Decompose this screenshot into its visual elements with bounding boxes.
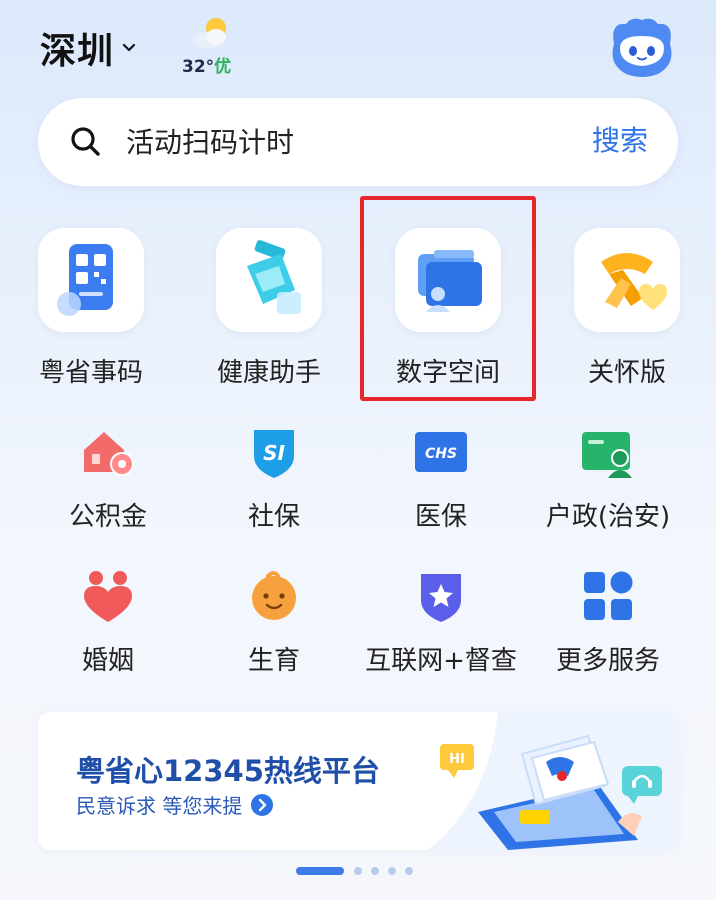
service-label: 医保 xyxy=(414,502,467,532)
pager-dot-active[interactable] xyxy=(296,867,344,875)
grid-more-icon xyxy=(584,571,633,620)
service-social-security[interactable]: SI 社保 xyxy=(194,424,354,534)
service-internet-supervision[interactable]: 互联网+督查 xyxy=(361,568,521,678)
service-label: 更多服务 xyxy=(555,646,660,676)
service-marriage[interactable]: 婚姻 xyxy=(28,568,188,678)
svg-text:CHS: CHS xyxy=(425,446,457,462)
service-tile xyxy=(574,228,680,332)
assistant-avatar-icon[interactable] xyxy=(606,14,678,82)
weather-temperature: 32° xyxy=(182,57,215,77)
marriage-heart-icon xyxy=(84,571,132,622)
chevron-down-icon xyxy=(122,43,136,52)
house-fund-icon xyxy=(84,432,134,476)
chs-medical-insurance-icon: CHS xyxy=(415,432,467,472)
hi-bubble-text: HI xyxy=(449,752,465,767)
banner-pager xyxy=(296,866,422,876)
city-name: 深圳 xyxy=(40,31,115,72)
weather-widget[interactable]: 32°优 xyxy=(182,14,242,77)
svg-text:SI: SI xyxy=(263,441,285,465)
pager-dot[interactable] xyxy=(371,867,379,875)
service-health-assistant[interactable]: 健康助手 xyxy=(204,228,334,388)
banner-subtitle: 民意诉求 等您来提 xyxy=(76,794,243,818)
search-icon xyxy=(71,127,100,156)
service-housing-fund[interactable]: 公积金 xyxy=(28,424,188,534)
service-childbirth[interactable]: 生育 xyxy=(194,568,354,678)
service-label: 互联网+督查 xyxy=(365,646,517,676)
household-registration-icon xyxy=(582,432,632,478)
service-tile xyxy=(395,228,501,332)
banner-subtitle-row: 民意诉求 等您来提 xyxy=(76,790,274,819)
social-security-shield-icon: SI xyxy=(254,430,294,478)
qr-code-card-icon xyxy=(57,244,113,316)
service-more[interactable]: 更多服务 xyxy=(528,568,688,678)
service-medical-insurance[interactable]: CHS 医保 xyxy=(361,424,521,534)
city-selector[interactable]: 深圳 xyxy=(40,22,136,74)
arrow-right-circle-icon xyxy=(251,793,274,816)
service-label: 社保 xyxy=(247,502,300,532)
hotline-illustration-icon: HI xyxy=(428,712,678,850)
service-tile xyxy=(216,228,322,332)
digital-space-folder-icon xyxy=(418,250,482,312)
service-care-edition[interactable]: 关怀版 xyxy=(562,228,692,388)
search-button[interactable]: 搜索 xyxy=(592,118,648,164)
service-label: 关怀版 xyxy=(587,358,666,388)
banner-title: 粤省心12345热线平台 xyxy=(76,754,380,788)
service-label: 户政(治安) xyxy=(545,502,671,532)
service-label: 数字空间 xyxy=(395,358,500,388)
pager-dot[interactable] xyxy=(354,867,362,875)
service-digital-space[interactable]: 数字空间 xyxy=(383,228,513,388)
service-label: 公积金 xyxy=(68,502,147,532)
weather-readout: 32°优 xyxy=(182,52,231,77)
service-label: 粤省事码 xyxy=(38,358,143,388)
service-label: 生育 xyxy=(247,646,300,676)
service-label: 健康助手 xyxy=(216,358,321,388)
baby-face-icon xyxy=(252,571,296,620)
top-bar: 深圳 32°优 xyxy=(0,0,716,95)
pager-dot[interactable] xyxy=(405,867,413,875)
star-shield-icon xyxy=(421,574,461,622)
health-bottle-icon xyxy=(247,240,301,314)
search-bar: 搜索 xyxy=(38,98,678,186)
sun-cloud-icon xyxy=(193,18,226,48)
service-label: 婚姻 xyxy=(81,646,134,676)
hotline-banner[interactable]: 粤省心12345热线平台 民意诉求 等您来提 HI xyxy=(38,712,678,850)
service-yueshengshi-code[interactable]: 粤省事码 xyxy=(26,228,156,388)
service-tile xyxy=(38,228,144,332)
air-quality: 优 xyxy=(214,57,232,77)
service-household-registration[interactable]: 户政(治安) xyxy=(528,424,688,534)
search-input[interactable] xyxy=(126,118,566,164)
pager-dot[interactable] xyxy=(388,867,396,875)
care-scarf-heart-icon xyxy=(601,253,667,310)
